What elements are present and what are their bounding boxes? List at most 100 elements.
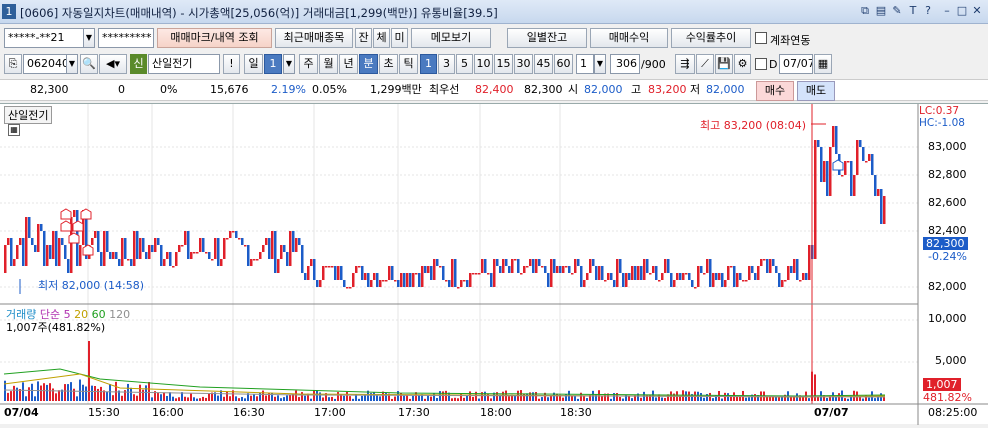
volume-bar (289, 394, 291, 401)
pin-icon[interactable]: ✎ (890, 4, 904, 18)
price-candle (457, 287, 460, 289)
interval-dropdown-icon[interactable]: ▼ (594, 54, 606, 74)
price-candle (385, 280, 388, 282)
interval-60-button[interactable]: 60 (554, 54, 573, 74)
profit-rate-button[interactable]: 수익률추이 (671, 28, 751, 48)
price-candle (883, 196, 886, 224)
price-candle (319, 280, 322, 287)
price-candle (475, 273, 478, 275)
balance-button[interactable]: 잔 (355, 28, 372, 48)
price-candle (688, 273, 691, 280)
interval-45-button[interactable]: 45 (534, 54, 553, 74)
account-link-checkbox[interactable] (755, 32, 767, 44)
minimize-icon[interactable]: – (940, 4, 954, 18)
candlestick-chart[interactable] (0, 104, 988, 425)
filled-button[interactable]: 체 (373, 28, 390, 48)
draw-line-icon[interactable]: ⟋ (696, 54, 714, 74)
volume-bar (136, 395, 138, 401)
stock-code-input[interactable]: 062040 (23, 54, 67, 74)
interval-1-button[interactable]: 1 (420, 54, 437, 74)
price-candle (625, 273, 628, 287)
search-icon[interactable]: 🔍 (80, 54, 98, 74)
calendar-icon[interactable]: ▦ (814, 54, 832, 74)
buy-button[interactable]: 매수 (756, 81, 794, 101)
volume-bar (478, 398, 480, 401)
interval-3-button[interactable]: 3 (438, 54, 455, 74)
alert-button[interactable]: ! (223, 54, 240, 74)
price-candle (814, 140, 817, 259)
volume-bar (655, 397, 657, 401)
price-candle (58, 238, 61, 266)
date-checkbox[interactable] (755, 58, 767, 70)
time-label: 17:00 (314, 406, 346, 419)
daily-balance-button[interactable]: 일별잔고 (507, 28, 587, 48)
interval-5-button[interactable]: 5 (456, 54, 473, 74)
volume-bar (874, 398, 876, 401)
price-candle (865, 161, 868, 163)
price-candle (679, 273, 682, 280)
stock-name-field[interactable]: 산일전기 (148, 54, 220, 74)
price-candle (13, 259, 16, 266)
maximize-icon[interactable]: □ (955, 4, 969, 18)
chart-name-tab[interactable]: 산일전기 (4, 106, 53, 124)
interval-10-button[interactable]: 10 (474, 54, 493, 74)
volume-bar (295, 390, 297, 401)
code-dropdown-icon[interactable]: ▼ (66, 54, 78, 74)
account-dropdown-icon[interactable]: ▼ (83, 28, 95, 48)
price-candle (271, 231, 274, 259)
interval-15-button[interactable]: 15 (494, 54, 513, 74)
period-minute-button[interactable]: 분 (359, 54, 378, 74)
restore-icon[interactable]: ⧉ (858, 4, 872, 18)
buy-mark-icon (60, 208, 72, 220)
volume-bar (304, 395, 306, 401)
volume-bar (586, 398, 588, 401)
open-price: 82,000 (584, 83, 623, 96)
price-candle (454, 259, 457, 287)
recent-trades-button[interactable]: 최근매매종목 (275, 28, 353, 48)
price-candle (31, 238, 34, 245)
trade-profit-button[interactable]: 매매수익 (590, 28, 668, 48)
layout-icon[interactable]: ▤ (874, 4, 888, 18)
help-icon[interactable]: ? (921, 4, 935, 18)
font-icon[interactable]: T (906, 4, 920, 18)
volume-bar (187, 397, 189, 401)
volume-bar (439, 391, 441, 401)
volume-bar (610, 398, 612, 401)
day-count-field[interactable]: 1 (264, 54, 282, 74)
price-candle (220, 259, 223, 266)
bar-count-field[interactable]: 306 (610, 54, 640, 74)
stock-search-icon[interactable]: ⎘ (4, 54, 22, 74)
period-tick-button[interactable]: 틱 (399, 54, 418, 74)
grid-toggle-icon[interactable]: ▦ (8, 124, 20, 136)
price-candle (775, 266, 778, 273)
account-select[interactable]: *****-**21 (4, 28, 84, 48)
trade-mark-button[interactable]: 매매마크/내역 조회 (157, 28, 272, 48)
period-day-button[interactable]: 일 (244, 54, 263, 74)
price-candle (259, 252, 262, 259)
interval-30-button[interactable]: 30 (514, 54, 533, 74)
custom-interval-field[interactable]: 1 (576, 54, 594, 74)
settings-icon[interactable]: ⚙ (734, 54, 751, 74)
volume-bar (31, 383, 33, 401)
period-second-button[interactable]: 초 (379, 54, 398, 74)
current-price: 82,300 (30, 83, 69, 96)
sell-button[interactable]: 매도 (797, 81, 835, 101)
day-dropdown-icon[interactable]: ▼ (283, 54, 295, 74)
date-field[interactable]: 07/07 (779, 54, 813, 74)
password-field[interactable]: ********* (98, 28, 154, 48)
save-icon[interactable]: 💾 (715, 54, 733, 74)
period-month-button[interactable]: 월 (319, 54, 338, 74)
period-week-button[interactable]: 주 (299, 54, 318, 74)
price-candle (334, 266, 337, 280)
volume-bar (184, 396, 186, 401)
close-icon[interactable]: ✕ (970, 4, 984, 18)
memo-button[interactable]: 메모보기 (411, 28, 491, 48)
volume-bar (448, 392, 450, 401)
price-candle (715, 273, 718, 280)
speaker-icon[interactable]: ◀▾ (99, 54, 127, 74)
period-year-button[interactable]: 년 (339, 54, 358, 74)
compare-icon[interactable]: ⇶ (675, 54, 695, 74)
volume-note: 1,007주(481.82%) (6, 321, 106, 334)
chart-area[interactable]: 산일전기 ▦ LC:0.37 HC:-1.08 최고 83,200 (08:04… (0, 103, 988, 425)
unfilled-button[interactable]: 미 (391, 28, 408, 48)
